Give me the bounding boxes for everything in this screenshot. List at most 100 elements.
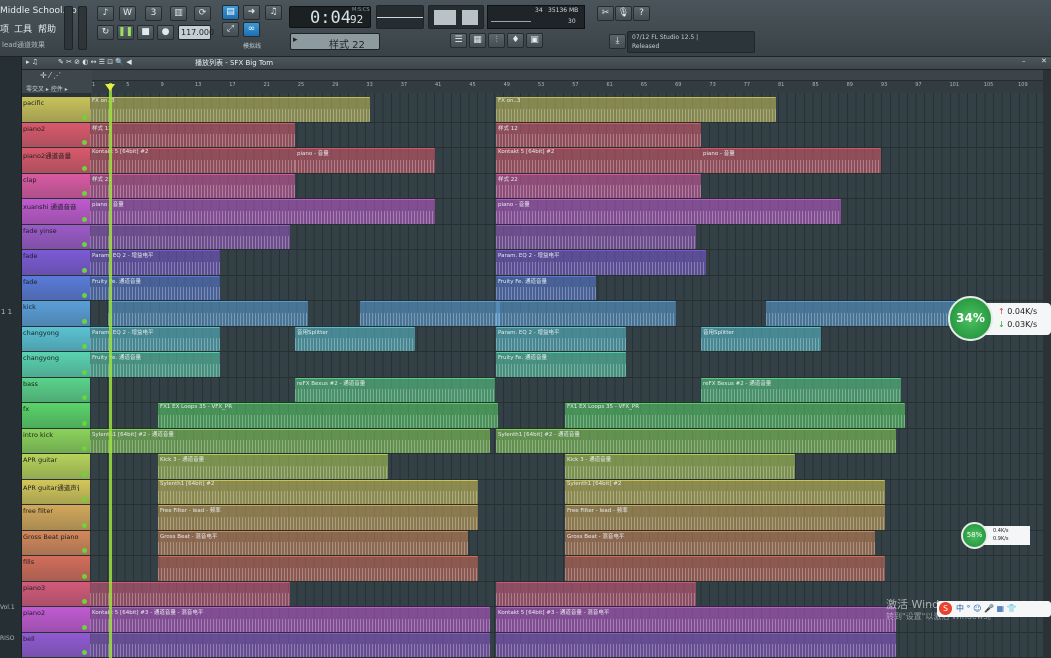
playlist-clip[interactable]: 音用Splitter xyxy=(701,326,821,351)
playlist-lane[interactable]: Param. EQ 2 - 增益电平 Param. EQ 2 - 增益电平 xyxy=(90,250,1051,276)
pattern-prev-icon[interactable]: ▸ xyxy=(293,35,298,45)
track-header[interactable]: bell xyxy=(22,632,90,658)
track-mute-led[interactable] xyxy=(82,548,87,553)
snap-icon[interactable]: ⤢ xyxy=(222,22,239,37)
playlist-clip[interactable] xyxy=(496,581,696,606)
playlist-window-icon[interactable]: ☰ xyxy=(450,33,467,48)
network-speed-widget[interactable]: ↑ 0.04K/s ↓ 0.03K/s 34% xyxy=(948,296,1051,341)
track-header[interactable]: bass xyxy=(22,377,90,403)
playlist-clip[interactable]: Kontakt 5 [64bit] #3 - 通道音量 - 混音电平 xyxy=(90,607,490,632)
record-button[interactable]: ● xyxy=(157,25,174,40)
playlist-clip[interactable]: FX on..3 xyxy=(496,97,776,122)
track-header[interactable]: piano2 xyxy=(22,607,90,633)
playlist-lane[interactable]: FX1 EX Loops 35 - VFX_PR FX1 EX Loops 35 … xyxy=(90,403,1051,429)
playlist-lane[interactable]: Kontakt 5 [64bit] #2 piano - 音量 Kontakt 5 … xyxy=(90,148,1051,174)
track-header[interactable]: fade xyxy=(22,250,90,276)
playlist-clip[interactable]: reFX Bexus #2 - 通道音量 xyxy=(701,377,901,402)
playlist-clip[interactable]: FX1 EX Loops 35 - VFX_PR xyxy=(565,403,905,428)
snap-label[interactable]: 模拟线 xyxy=(243,41,261,50)
playlist-lane[interactable]: Fruity Fe. 通道音量 Fruity Fe. 通道音量 xyxy=(90,352,1051,378)
track-mute-led[interactable] xyxy=(82,318,87,324)
browser-icon[interactable]: ▣ xyxy=(526,33,543,48)
download-icon[interactable]: ⤓ xyxy=(609,34,626,49)
track-mute-led[interactable] xyxy=(82,114,87,120)
playlist-clip[interactable] xyxy=(108,301,308,326)
help-icon[interactable]: ? xyxy=(633,6,650,21)
playlist-clip[interactable] xyxy=(565,556,885,581)
track-header[interactable]: piano3 xyxy=(22,581,90,607)
playlist-clip[interactable] xyxy=(496,224,696,249)
playlist-clip[interactable]: Kontakt 5 [64bit] #2 xyxy=(496,148,701,173)
playlist-clip[interactable]: piano - 音量 xyxy=(90,199,435,224)
zoom-icon[interactable]: ✛ ⁄ ⋰ xyxy=(40,71,61,80)
playlist-clip[interactable]: Gross Beat - 混音电平 xyxy=(565,530,875,555)
stop-button[interactable]: ■ xyxy=(137,25,154,40)
track-header[interactable]: APR guitar xyxy=(22,454,90,480)
track-mute-led[interactable] xyxy=(82,471,87,477)
playlist-arrow-icon[interactable]: ➜ xyxy=(243,5,260,20)
typing-keyboard-icon[interactable]: ♫ xyxy=(265,5,282,20)
track-mute-led[interactable] xyxy=(82,624,87,630)
track-header[interactable]: fade yinse xyxy=(22,224,90,250)
playlist-menu-icon[interactable]: ▸ ♫ xyxy=(26,58,38,66)
track-mute-led[interactable] xyxy=(82,344,87,349)
track-header[interactable]: xuanshi 通道音音 xyxy=(22,199,90,225)
playlist-clip[interactable]: Param. EQ 2 - 增益电平 xyxy=(496,326,626,351)
master-pitch-slider[interactable] xyxy=(78,6,87,50)
playlist-clip[interactable]: Sylenth1 [64bit] #2 xyxy=(158,479,478,504)
track-mute-led[interactable] xyxy=(82,497,87,502)
playlist-clip[interactable]: Kontakt 5 [64bit] #2 xyxy=(90,148,295,173)
playlist-clip[interactable]: Kontakt 5 [64bit] #3 - 通道音量 - 混音电平 xyxy=(496,607,896,632)
playlist-lane[interactable]: Sylenth1 [64bit] #2 Sylenth1 [64bit] #2 xyxy=(90,479,1051,505)
network-speed-widget-small[interactable]: 0.4K/s 0.9K/s 58% xyxy=(961,522,1041,549)
tempo-display[interactable]: 117.000 xyxy=(178,25,214,40)
memory-percent-badge[interactable]: 34% xyxy=(948,296,993,341)
playlist-clip[interactable]: Kick 3 - 通道音量 xyxy=(158,454,388,479)
track-mute-led[interactable] xyxy=(82,420,87,426)
close-icon[interactable]: ✕ xyxy=(1041,57,1047,65)
link-icon[interactable]: ∞ xyxy=(243,22,260,37)
playlist-clip[interactable]: Param. EQ 2 - 增益电平 xyxy=(496,250,706,275)
step-edit-icon[interactable]: ▥ xyxy=(170,6,187,21)
countdown-icon[interactable]: 3 xyxy=(145,6,162,21)
scissors-icon[interactable]: ✂ xyxy=(597,6,614,21)
pause-button[interactable]: ❚❚ xyxy=(117,25,134,40)
playhead-line[interactable] xyxy=(109,83,112,658)
playlist-lane[interactable]: Gross Beat - 混音电平 Gross Beat - 混音电平 xyxy=(90,530,1051,556)
playlist-lane[interactable] xyxy=(90,632,1051,658)
playlist-clip[interactable] xyxy=(496,301,676,326)
track-mute-led[interactable] xyxy=(82,522,87,528)
vertical-scrollbar[interactable] xyxy=(1043,70,1051,658)
mixer-icon[interactable]: ⫶ xyxy=(488,33,505,48)
playlist-clip[interactable]: piano - 音量 xyxy=(496,199,841,224)
track-header[interactable]: fade xyxy=(22,275,90,301)
ime-logo-icon[interactable]: S xyxy=(939,602,952,615)
track-header[interactable]: free filter xyxy=(22,505,90,531)
track-mute-led[interactable] xyxy=(82,369,87,375)
playlist-clip[interactable]: FX1 EX Loops 35 - VFX_PR xyxy=(158,403,498,428)
track-mute-led[interactable] xyxy=(82,650,87,655)
playlist-clip[interactable]: 样式 22 xyxy=(90,173,295,198)
playhead-marker[interactable] xyxy=(105,84,115,91)
playlist-lane[interactable] xyxy=(90,301,1051,327)
song-time-display[interactable]: M:S:CS 0:04 92 xyxy=(289,6,371,28)
track-mute-led[interactable] xyxy=(82,242,87,247)
playlist-clip[interactable] xyxy=(766,301,956,326)
track-header[interactable]: fills xyxy=(22,556,90,582)
playlist-lane[interactable]: Sylenth1 [64bit] #2 - 通道音量 Sylenth1 [64bi… xyxy=(90,428,1051,454)
playlist-lane[interactable] xyxy=(90,556,1051,582)
playlist-clip[interactable]: 样式 22 xyxy=(496,173,701,198)
playlist-clip[interactable]: 样式 12 xyxy=(90,122,295,147)
track-mute-led[interactable] xyxy=(82,140,87,145)
menu-tools[interactable]: 工具 xyxy=(14,22,32,35)
track-mute-led[interactable] xyxy=(82,293,87,298)
ime-toolbar[interactable]: S 中 ° ☺ 🎤 ▦ 👕 xyxy=(937,601,1051,617)
playlist-clip[interactable]: 音用Splitter xyxy=(295,326,415,351)
track-mute-led[interactable] xyxy=(82,395,87,400)
playlist-clip[interactable]: Fruity Fe. 通道音量 xyxy=(496,275,596,300)
track-mute-led[interactable] xyxy=(82,267,87,273)
playlist-clip[interactable]: 样式 12 xyxy=(496,122,701,147)
playlist-clip[interactable] xyxy=(158,556,478,581)
track-header[interactable]: kick xyxy=(22,301,90,327)
playlist-clip[interactable]: piano - 音量 xyxy=(295,148,435,173)
